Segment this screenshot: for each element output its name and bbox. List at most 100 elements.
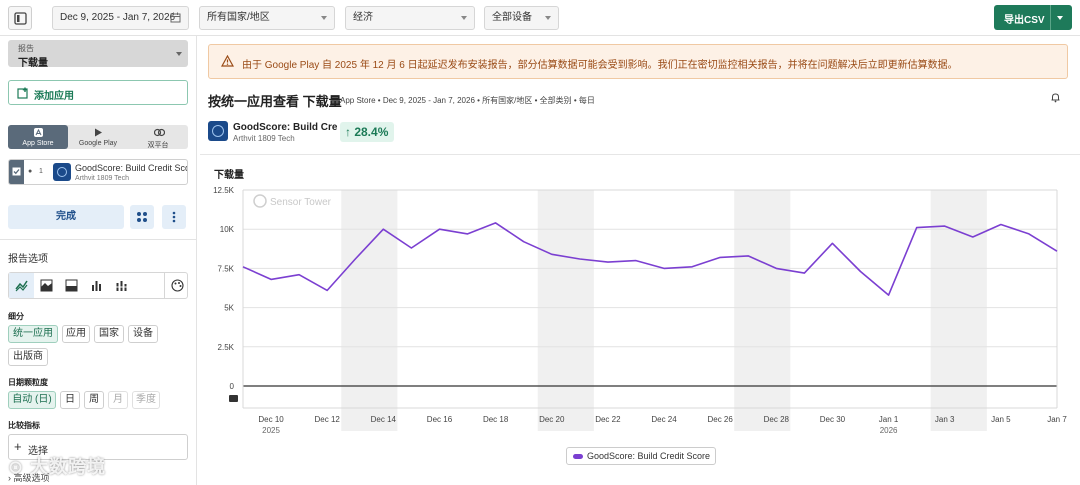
device-value: 全部设备 bbox=[492, 12, 532, 23]
data-point[interactable] bbox=[829, 240, 835, 246]
platform-both[interactable]: 双平台 bbox=[128, 125, 188, 149]
data-point[interactable] bbox=[493, 220, 499, 226]
app-icon bbox=[53, 163, 71, 181]
granularity-auto[interactable]: 自动 (日) bbox=[8, 391, 56, 409]
data-point[interactable] bbox=[1026, 231, 1032, 237]
data-point[interactable] bbox=[942, 223, 948, 229]
data-point[interactable] bbox=[745, 253, 751, 259]
data-point[interactable] bbox=[380, 226, 386, 232]
x-tick-label: Jan 7 bbox=[1047, 415, 1067, 424]
report-type-dropdown[interactable]: 报告 下载量 bbox=[8, 40, 188, 69]
x-tick-label: Dec 24 bbox=[651, 415, 677, 424]
chevron-down-icon bbox=[321, 16, 327, 20]
breakdown-country[interactable]: 国家 bbox=[94, 325, 124, 343]
sidebar-toggle-button[interactable] bbox=[8, 6, 32, 30]
platform-app-store[interactable]: App Store bbox=[8, 125, 68, 149]
granularity-week[interactable]: 周 bbox=[84, 391, 104, 409]
data-point[interactable] bbox=[886, 292, 892, 298]
data-point[interactable] bbox=[633, 258, 639, 264]
device-dropdown[interactable]: 全部设备 bbox=[484, 6, 559, 30]
color-palette-button[interactable] bbox=[165, 273, 190, 298]
data-point[interactable] bbox=[352, 256, 358, 262]
add-app-icon bbox=[17, 87, 28, 99]
app-groups-button[interactable] bbox=[130, 205, 154, 229]
breakdown-unified-app[interactable]: 统一应用 bbox=[8, 325, 58, 343]
data-point[interactable] bbox=[408, 245, 414, 251]
data-point[interactable] bbox=[801, 270, 807, 276]
calendar-icon bbox=[170, 12, 181, 23]
chevron-down-icon bbox=[176, 52, 182, 56]
chart-legend[interactable]: GoodScore: Build Credit Score bbox=[566, 447, 716, 465]
data-point[interactable] bbox=[1054, 248, 1060, 254]
data-point[interactable] bbox=[998, 221, 1004, 227]
x-tick-label: Dec 10 bbox=[258, 415, 284, 424]
area-chart-button[interactable] bbox=[34, 273, 59, 298]
granularity-month[interactable]: 月 bbox=[108, 391, 128, 409]
data-point[interactable] bbox=[773, 265, 779, 271]
data-point[interactable] bbox=[661, 265, 667, 271]
google-play-icon bbox=[95, 128, 102, 137]
top-toolbar: Dec 9, 2025 - Jan 7, 2026 所有国家/地区 经济 全部设… bbox=[0, 0, 1080, 36]
breakdown-device[interactable]: 设备 bbox=[128, 325, 158, 343]
data-point[interactable] bbox=[240, 264, 246, 270]
export-csv-button[interactable]: 导出CSV bbox=[994, 5, 1072, 30]
data-point[interactable] bbox=[717, 254, 723, 260]
area-chart-icon bbox=[40, 279, 53, 292]
stacked-area-button[interactable] bbox=[59, 273, 84, 298]
done-button[interactable]: 完成 bbox=[8, 205, 124, 229]
weekend-band bbox=[341, 190, 398, 431]
x-tick-label: Jan 3 bbox=[935, 415, 955, 424]
weekend-band bbox=[537, 190, 594, 431]
selected-app-card[interactable]: ● 1 GoodScore: Build Credit Score Arthvi… bbox=[8, 159, 188, 185]
data-point[interactable] bbox=[296, 272, 302, 278]
breakdown-publisher[interactable]: 出版商 bbox=[8, 348, 48, 366]
more-vertical-icon bbox=[172, 211, 176, 223]
data-point[interactable] bbox=[324, 287, 330, 293]
more-options-button[interactable] bbox=[162, 205, 186, 229]
watermark-logo: ⊙ 大数跨境 bbox=[8, 457, 107, 477]
done-label: 完成 bbox=[56, 211, 76, 222]
data-point[interactable] bbox=[689, 264, 695, 270]
data-point[interactable] bbox=[549, 251, 555, 257]
bar-chart-button[interactable] bbox=[84, 273, 109, 298]
category-dropdown[interactable]: 经济 bbox=[345, 6, 475, 30]
y-tick-label: 12.5K bbox=[213, 186, 235, 195]
data-point[interactable] bbox=[465, 231, 471, 237]
platform-label: Google Play bbox=[78, 140, 118, 147]
data-point[interactable] bbox=[605, 259, 611, 265]
data-point[interactable] bbox=[858, 269, 864, 275]
downloads-line-chart[interactable]: Sensor Tower 0 2.5K 5K 7.5K 10K 12.5K Dec 10 202… bbox=[200, 176, 1080, 440]
data-point[interactable] bbox=[577, 256, 583, 262]
warning-banner: 由于 Google Play 自 2025 年 12 月 6 日起延迟发布安装报… bbox=[208, 44, 1068, 79]
check-icon bbox=[12, 167, 21, 176]
data-point[interactable] bbox=[268, 276, 274, 282]
platform-google-play[interactable]: Google Play bbox=[68, 125, 128, 149]
x-tick-label: Jan 5 bbox=[991, 415, 1011, 424]
line-chart-button[interactable] bbox=[9, 273, 34, 298]
app-checkbox[interactable] bbox=[9, 160, 24, 184]
annotation-icon[interactable] bbox=[229, 395, 238, 402]
granularity-quarter[interactable]: 季度 bbox=[132, 391, 160, 409]
export-options-chevron-icon[interactable] bbox=[1057, 16, 1063, 20]
add-app-button[interactable]: 添加应用 bbox=[8, 80, 188, 105]
summary-app-name[interactable]: GoodScore: Build Cre… bbox=[233, 122, 337, 133]
data-point[interactable] bbox=[970, 234, 976, 240]
country-dropdown[interactable]: 所有国家/地区 bbox=[199, 6, 335, 30]
data-point[interactable] bbox=[521, 239, 527, 245]
line-chart-icon bbox=[15, 280, 28, 292]
bell-icon[interactable] bbox=[1050, 92, 1061, 103]
data-point[interactable] bbox=[914, 225, 920, 231]
warning-icon bbox=[221, 55, 234, 67]
category-value: 经济 bbox=[353, 12, 373, 23]
platform-switcher: App Store Google Play 双平台 bbox=[8, 125, 188, 149]
country-value: 所有国家/地区 bbox=[207, 12, 270, 23]
data-point[interactable] bbox=[436, 226, 442, 232]
granularity-label: 日期颗粒度 bbox=[8, 378, 48, 387]
date-range-picker[interactable]: Dec 9, 2025 - Jan 7, 2026 bbox=[52, 6, 189, 30]
breakdown-app[interactable]: 应用 bbox=[62, 325, 90, 343]
x-tick-label: Dec 18 bbox=[483, 415, 509, 424]
breakdown-label: 细分 bbox=[8, 312, 24, 321]
page-title: 按统一应用查看 下载量 bbox=[208, 94, 342, 109]
stacked-bar-button[interactable] bbox=[109, 273, 134, 298]
granularity-day[interactable]: 日 bbox=[60, 391, 80, 409]
